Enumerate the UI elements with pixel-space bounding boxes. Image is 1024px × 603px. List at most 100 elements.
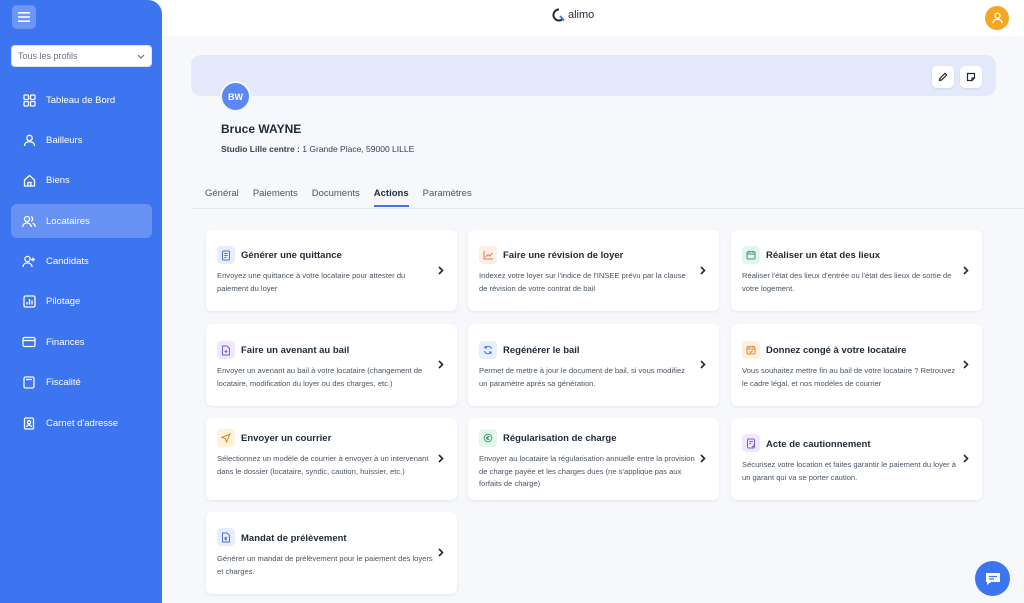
edit-button[interactable] (932, 66, 954, 88)
action-card-regularisation-charge[interactable]: Régularisation de charge Envoyer au loca… (468, 418, 719, 500)
sidebar-item-label: Tableau de Bord (46, 94, 116, 106)
action-title: Envoyer un courrier (241, 433, 332, 444)
action-title: Mandat de prélèvement (241, 533, 347, 544)
tab-actions[interactable]: Actions (373, 188, 409, 207)
action-title: Régularisation de charge (503, 433, 617, 444)
receipt-icon (217, 246, 235, 264)
chat-button[interactable] (975, 561, 1010, 596)
hamburger-icon (18, 12, 30, 22)
action-card-mandat-prelevement[interactable]: Mandat de prélèvement Générer un mandat … (206, 512, 457, 594)
action-title: Générer une quittance (241, 250, 342, 261)
menu-toggle-button[interactable] (12, 5, 36, 29)
sidebar: Tous les profils Tableau de Bord Bailleu… (0, 0, 162, 603)
chevron-right-icon (437, 547, 445, 557)
action-title: Regénérer le bail (503, 345, 580, 356)
tab-documents[interactable]: Documents (312, 188, 360, 207)
sidebar-item-tableau-de-bord[interactable]: Tableau de Bord (11, 83, 152, 117)
card-icon (21, 334, 37, 350)
calendar-icon (742, 246, 760, 264)
contract-icon (742, 434, 760, 452)
action-card-acte-cautionnement[interactable]: Acte de cautionnement Sécurisez votre lo… (731, 418, 982, 500)
property-address: 1 Grande Place, 59000 LILLE (302, 144, 415, 154)
send-icon (217, 429, 235, 447)
action-card-envoyer-courrier[interactable]: Envoyer un courrier Sélectionnez un modè… (206, 418, 457, 500)
action-title: Réaliser un état des lieux (766, 250, 881, 261)
sidebar-item-bailleurs[interactable]: Bailleurs (11, 123, 152, 157)
main-content: BW Bruce WAYNE Studio Lille centre : 1 G… (162, 36, 1024, 603)
action-description: Vous souhaitez mettre fin au bail de vot… (742, 366, 956, 388)
action-description: Indexez votre loyer sur l'indice de l'IN… (479, 271, 686, 293)
tab-general[interactable]: Général (205, 188, 239, 207)
home-icon (21, 173, 37, 189)
sidebar-item-label: Fiscalité (46, 377, 81, 389)
sidebar-item-label: Carnet d'adresse (46, 417, 119, 429)
action-description: Réaliser l'état des lieux d'entrée ou l'… (742, 271, 952, 293)
user-avatar[interactable] (985, 6, 1009, 30)
chevron-right-icon (437, 265, 445, 275)
chart-icon (21, 294, 37, 310)
sidebar-item-biens[interactable]: Biens (11, 164, 152, 198)
sidebar-item-carnet-adresse[interactable]: Carnet d'adresse (11, 406, 152, 440)
action-card-revision-loyer[interactable]: Faire une révision de loyer Indexez votr… (468, 230, 719, 311)
user-plus-icon (21, 254, 37, 270)
action-title: Acte de cautionnement (766, 439, 871, 450)
chat-icon (985, 572, 1000, 585)
profile-select[interactable]: Tous les profils (11, 45, 152, 67)
user-icon (991, 12, 1003, 24)
action-card-etat-des-lieux[interactable]: Réaliser un état des lieux Réaliser l'ét… (731, 230, 982, 311)
sidebar-item-pilotage[interactable]: Pilotage (11, 285, 152, 319)
sidebar-item-label: Locataires (46, 215, 90, 227)
doc-plus-icon (217, 341, 235, 359)
trend-icon (479, 246, 497, 264)
chevron-right-icon (962, 265, 970, 275)
chevron-right-icon (962, 453, 970, 463)
tabs-divider (191, 208, 1024, 209)
sidebar-item-label: Pilotage (46, 296, 81, 308)
action-title: Faire un avenant au bail (241, 345, 350, 356)
note-button[interactable] (960, 66, 982, 88)
action-title: Donnez congé à votre locataire (766, 345, 907, 356)
sidebar-item-label: Bailleurs (46, 134, 83, 146)
action-description: Envoyer au locataire la régularisation a… (479, 454, 695, 488)
users-icon (21, 213, 37, 229)
action-description: Permet de mettre à jour le document de b… (479, 366, 685, 388)
pencil-icon (938, 72, 948, 82)
action-card-avenant-bail[interactable]: Faire un avenant au bail Envoyer un aven… (206, 324, 457, 406)
tenant-address: Studio Lille centre : 1 Grande Place, 59… (221, 144, 414, 154)
settings-coin-icon (479, 429, 497, 447)
action-card-quittance[interactable]: Générer une quittance Envoyez une quitta… (206, 230, 457, 311)
action-card-regenerer-bail[interactable]: Regénérer le bail Permet de mettre à jou… (468, 324, 719, 406)
tab-parametres[interactable]: Paramètres (423, 188, 472, 207)
sidebar-item-candidats[interactable]: Candidats (11, 245, 152, 279)
note-icon (966, 72, 976, 82)
sidebar-nav: Tableau de Bord Bailleurs Biens Locatair… (11, 83, 152, 447)
tenant-avatar: BW (220, 81, 251, 112)
doc-euro-icon (217, 528, 235, 546)
dashboard-icon (21, 92, 37, 108)
action-description: Générer un mandat de prélèvement pour le… (217, 554, 433, 576)
chevron-right-icon (962, 359, 970, 369)
sidebar-item-label: Biens (46, 175, 70, 187)
profile-select-value: Tous les profils (18, 51, 78, 61)
tenant-header-banner (191, 55, 996, 96)
chevron-right-icon (699, 265, 707, 275)
sidebar-item-label: Candidats (46, 256, 89, 268)
sidebar-item-locataires[interactable]: Locataires (11, 204, 152, 239)
tab-paiements[interactable]: Paiements (253, 188, 298, 207)
app-logo[interactable]: alimo (552, 8, 594, 22)
chevron-right-icon (437, 359, 445, 369)
tabs: Général Paiements Documents Actions Para… (205, 188, 486, 207)
action-card-conge-locataire[interactable]: Donnez congé à votre locataire Vous souh… (731, 324, 982, 406)
sidebar-item-fiscalite[interactable]: Fiscalité (11, 366, 152, 400)
action-title: Faire une révision de loyer (503, 250, 624, 261)
chevron-right-icon (699, 453, 707, 463)
chevron-right-icon (437, 453, 445, 463)
sidebar-item-finances[interactable]: Finances (11, 325, 152, 359)
logo-text: alimo (568, 9, 595, 21)
action-description: Envoyez une quittance à votre locataire … (217, 271, 406, 293)
chevron-down-icon (137, 54, 145, 59)
action-description: Sélectionnez un modèle de courrier à env… (217, 454, 429, 476)
contact-book-icon (21, 415, 37, 431)
alimo-logo-icon (552, 8, 565, 22)
tenant-name: Bruce WAYNE (221, 122, 302, 136)
